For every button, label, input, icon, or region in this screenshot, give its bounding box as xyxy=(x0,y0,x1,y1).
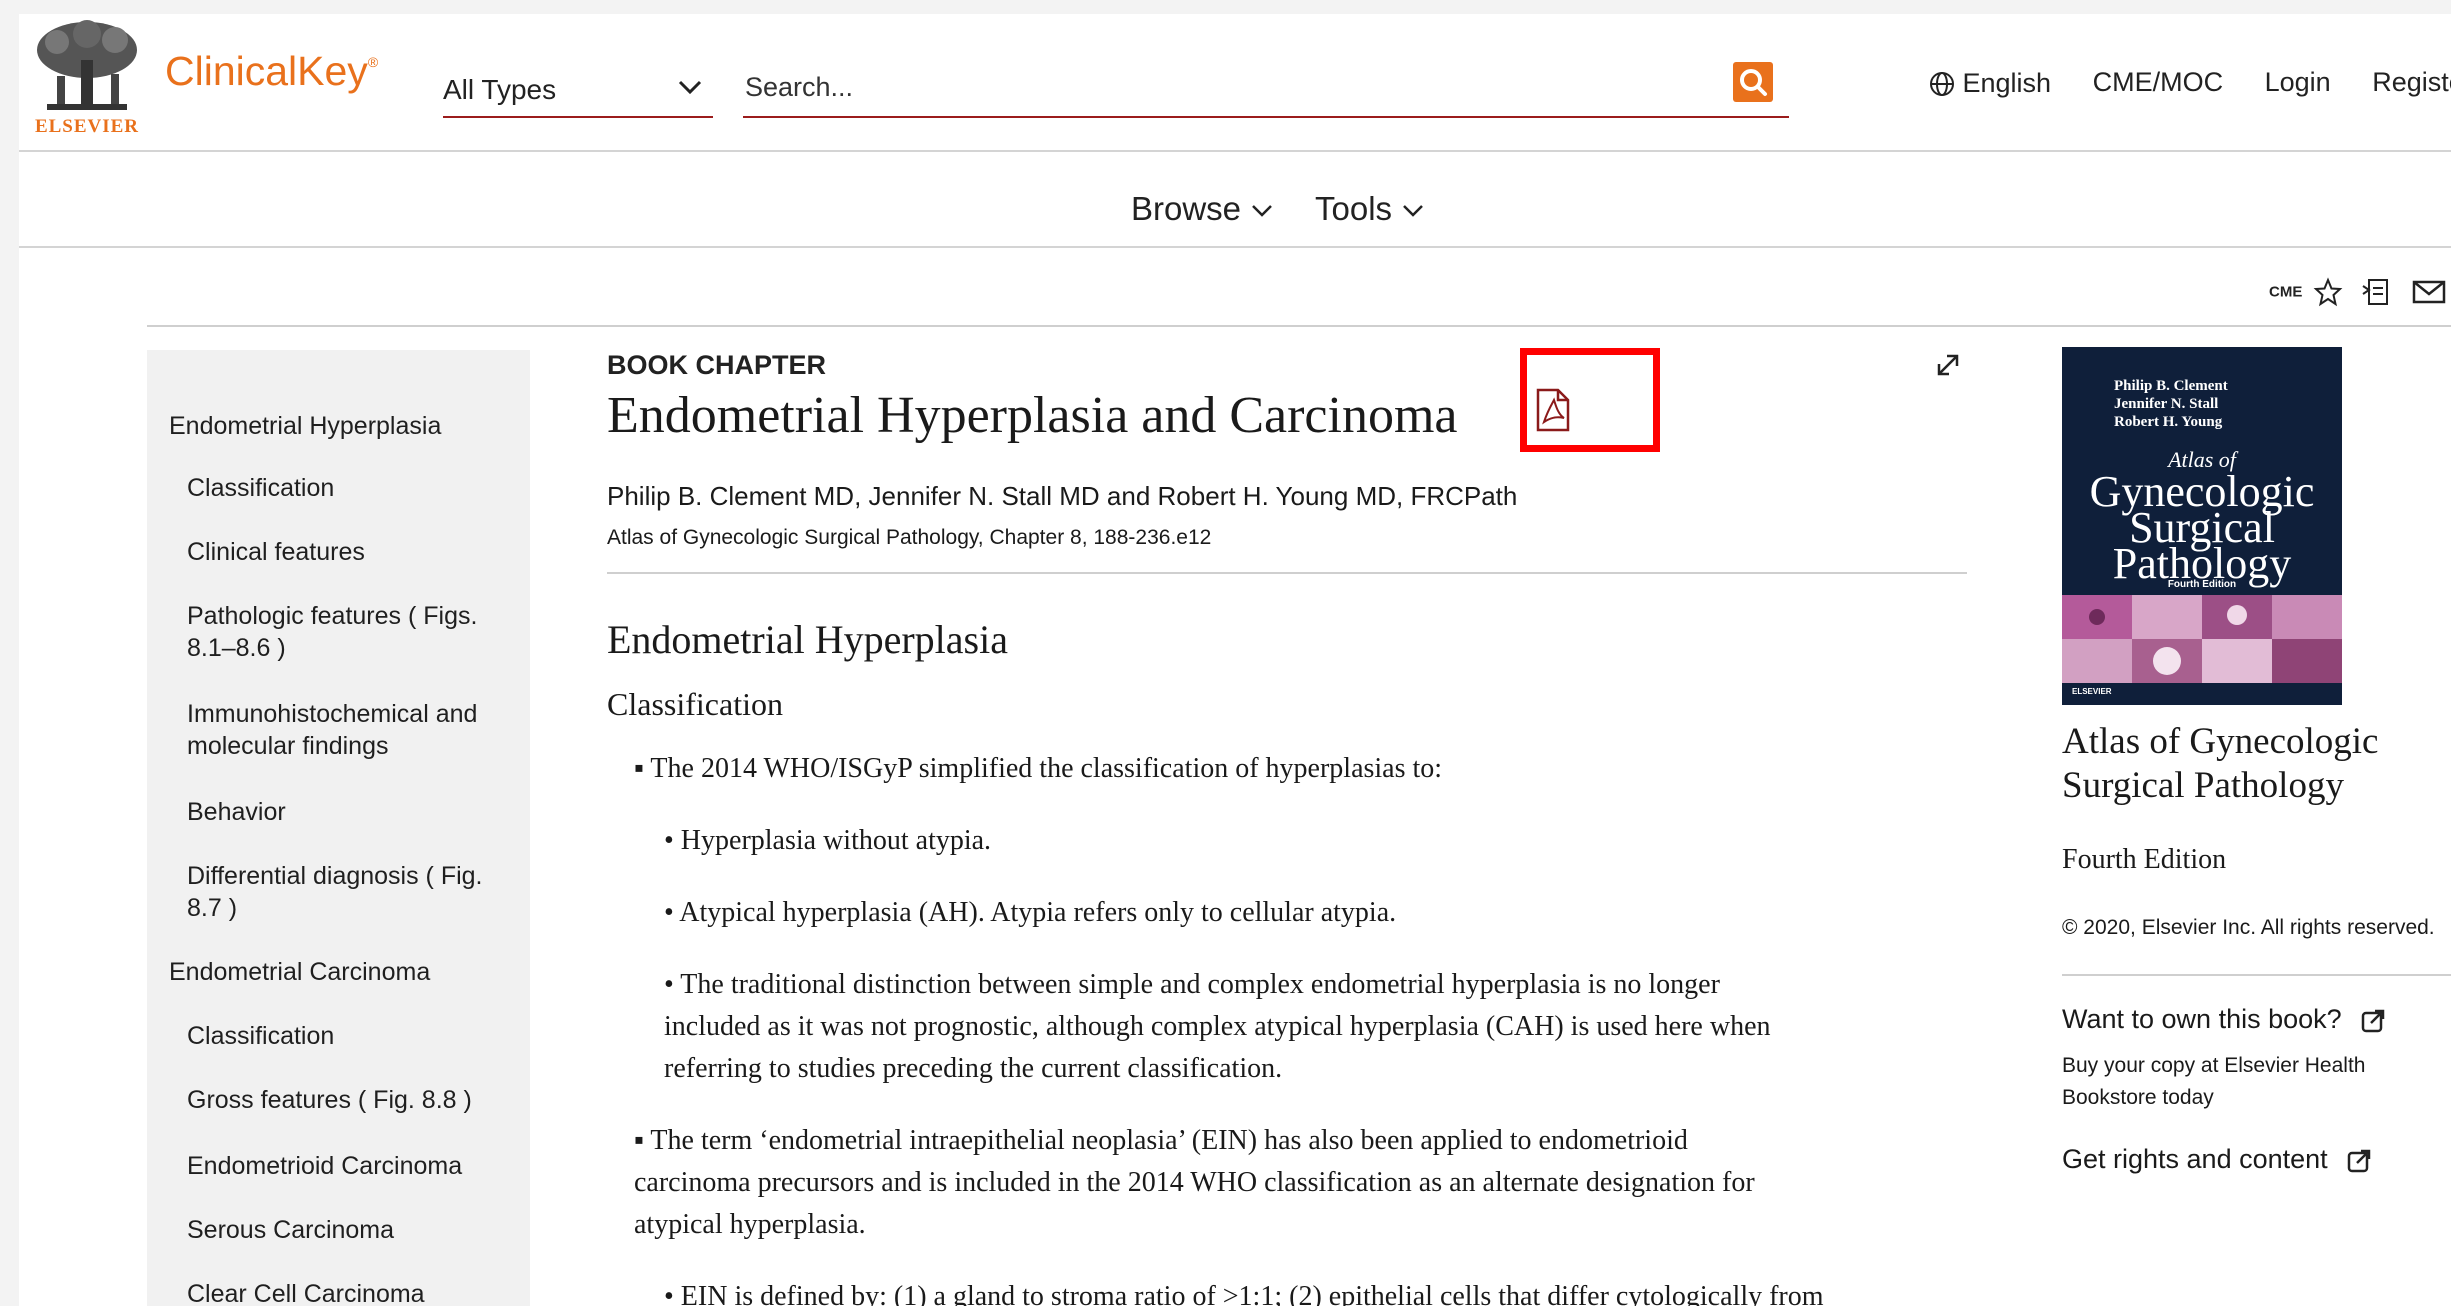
search-icon xyxy=(1740,69,1767,96)
register-link[interactable]: Register xyxy=(2372,67,2451,98)
paragraph-line: carcinoma precursors and is included in … xyxy=(634,1167,1755,1198)
bullet-paragraph: • EIN is defined by: (1) a gland to stro… xyxy=(664,1281,1824,1306)
main-nav: Browse Tools xyxy=(19,152,2451,248)
book-title-line[interactable]: Atlas of Gynecologic xyxy=(2062,720,2378,764)
chevron-down-icon xyxy=(678,80,702,95)
cover-micrograph-mosaic xyxy=(2062,595,2342,683)
email-icon[interactable] xyxy=(2412,278,2446,306)
top-links: English CME/MOC Login Register xyxy=(1929,66,2451,99)
outline-item[interactable]: Clinical features xyxy=(187,536,527,568)
paragraph-line: referring to studies preceding the curre… xyxy=(664,1053,1283,1084)
buy-text-line: Bookstore today xyxy=(2062,1086,2214,1109)
search-button[interactable] xyxy=(1733,62,1773,102)
outline-item[interactable]: Endometrial Hyperplasia xyxy=(169,410,509,442)
bullet-paragraph: • The traditional distinction between si… xyxy=(664,969,1720,1000)
cover-author: Philip B. Clement xyxy=(2114,378,2228,394)
book-edition: Fourth Edition xyxy=(2062,844,2227,875)
cover-author: Jennifer N. Stall xyxy=(2114,396,2219,412)
highlight-box xyxy=(1520,348,1660,452)
bullet-paragraph: • Hyperplasia without atypia. xyxy=(664,825,992,856)
globe-icon xyxy=(1930,71,1954,96)
buy-text-line: Buy your copy at Elsevier Health xyxy=(2062,1054,2366,1077)
content-type-select[interactable]: All Types xyxy=(443,62,713,118)
rights-content-label: Get rights and content xyxy=(2062,1144,2328,1174)
outline-item[interactable]: Differential diagnosis ( Fig. xyxy=(187,860,527,892)
divider xyxy=(2062,974,2451,976)
content-type-label: BOOK CHAPTER xyxy=(607,350,827,380)
outline-item[interactable]: Endometrial Carcinoma xyxy=(169,956,509,988)
external-link-icon xyxy=(2347,1149,2371,1173)
outline-item[interactable]: Serous Carcinoma xyxy=(187,1214,527,1246)
own-book-link[interactable]: Want to own this book? xyxy=(2062,1004,2387,1035)
source-line: Atlas of Gynecologic Surgical Pathology,… xyxy=(607,526,1212,549)
outline-item[interactable]: Immunohistochemical and xyxy=(187,698,527,730)
outline-item[interactable]: Classification xyxy=(187,1020,527,1052)
outline-item[interactable]: Clear Cell Carcinoma xyxy=(187,1278,527,1306)
section-heading: Endometrial Hyperplasia xyxy=(607,617,1008,662)
outline-item[interactable]: 8.1–8.6 ) xyxy=(187,632,527,664)
search-input[interactable] xyxy=(743,68,1707,106)
bullet-paragraph: ▪ The term ‘endometrial intraepithelial … xyxy=(634,1125,1688,1156)
tools-menu[interactable]: Tools xyxy=(1315,190,1425,228)
article-toolbar: CME xyxy=(2269,276,2446,312)
chapter-outline: Endometrial Hyperplasia Classification C… xyxy=(147,350,530,1306)
outline-item[interactable]: molecular findings xyxy=(187,730,527,762)
paragraph-line: included as it was not prognostic, altho… xyxy=(664,1011,1771,1042)
browse-menu[interactable]: Browse xyxy=(1131,190,1274,228)
outline-item[interactable]: 8.7 ) xyxy=(187,892,527,924)
export-icon[interactable] xyxy=(2361,276,2393,308)
page: ELSEVIER ClinicalKey® All Types Search..… xyxy=(19,14,2451,1306)
elsevier-logo[interactable]: ELSEVIER xyxy=(27,20,147,142)
paragraph-line: atypical hyperplasia. xyxy=(634,1209,866,1240)
cme-moc-link[interactable]: CME/MOC xyxy=(2093,67,2224,98)
elsevier-tree-icon xyxy=(37,20,137,110)
cover-edition: Fourth Edition xyxy=(2167,579,2237,590)
copyright-notice: © 2020, Elsevier Inc. All rights reserve… xyxy=(2062,916,2435,939)
outline-item[interactable]: Pathologic features ( Figs. xyxy=(187,600,527,632)
brand-registered-mark: ® xyxy=(367,54,379,70)
search-box xyxy=(743,60,1789,118)
cover-author: Robert H. Young xyxy=(2114,414,2223,430)
login-link[interactable]: Login xyxy=(2265,67,2331,98)
expand-icon[interactable] xyxy=(1933,350,1963,380)
clinicalkey-brand[interactable]: ClinicalKey® xyxy=(165,48,378,95)
outline-item[interactable]: Gross features ( Fig. 8.8 ) xyxy=(187,1084,527,1116)
tools-label: Tools xyxy=(1315,190,1393,227)
authors-line[interactable]: Philip B. Clement MD, Jennifer N. Stall … xyxy=(607,481,1517,512)
outline-item[interactable]: Behavior xyxy=(187,796,527,828)
page-title: Endometrial Hyperplasia and Carcinoma xyxy=(607,387,1458,444)
subsection-heading: Classification xyxy=(607,686,783,722)
top-header: ELSEVIER ClinicalKey® All Types Search..… xyxy=(19,14,2451,152)
bullet-paragraph: • Atypical hyperplasia (AH). Atypia refe… xyxy=(664,897,1397,928)
divider xyxy=(147,325,2451,327)
own-book-label: Want to own this book? xyxy=(2062,1004,2342,1034)
book-cover[interactable]: Philip B. Clement Jennifer N. Stall Robe… xyxy=(2062,347,2342,705)
brand-name: ClinicalKey xyxy=(165,48,368,94)
language-label: English xyxy=(1962,68,2052,99)
cover-authors: Philip B. Clement Jennifer N. Stall Robe… xyxy=(2114,377,2228,431)
content-type-value: All Types xyxy=(443,74,557,105)
book-title-line[interactable]: Surgical Pathology xyxy=(2062,764,2344,808)
cover-publisher: ELSEVIER xyxy=(2072,687,2112,696)
chevron-down-icon xyxy=(1252,205,1273,217)
elsevier-wordmark: ELSEVIER xyxy=(34,116,140,137)
outline-item[interactable]: Classification xyxy=(187,472,527,504)
bullet-paragraph: ▪ The 2014 WHO/ISGyP simplified the clas… xyxy=(634,753,1443,784)
star-icon[interactable] xyxy=(2313,277,2343,307)
chevron-down-icon xyxy=(1403,205,1424,217)
browse-label: Browse xyxy=(1131,190,1242,227)
divider xyxy=(607,572,1967,574)
cme-button[interactable]: CME xyxy=(2269,284,2302,301)
rights-content-link[interactable]: Get rights and content xyxy=(2062,1144,2373,1175)
language-selector[interactable]: English xyxy=(1929,67,2051,99)
outline-item[interactable]: Endometrioid Carcinoma xyxy=(187,1150,527,1182)
external-link-icon xyxy=(2361,1009,2385,1033)
